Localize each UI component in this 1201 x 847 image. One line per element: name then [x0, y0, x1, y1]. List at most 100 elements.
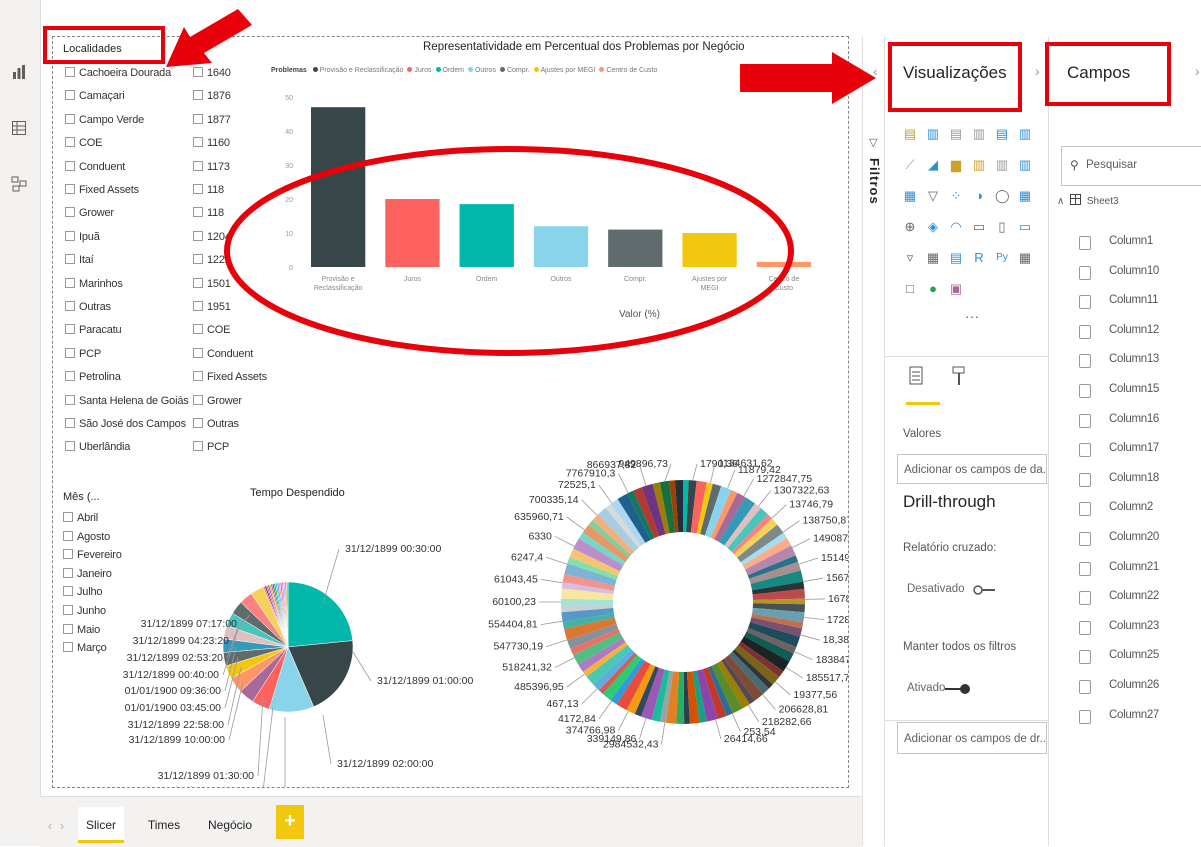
expand-chevron-icon[interactable]: ∧ — [1057, 196, 1064, 207]
field-item[interactable]: Column1 — [1079, 235, 1194, 251]
checkbox[interactable] — [65, 441, 75, 451]
slicer-localidades-item[interactable]: Santa Helena de Goiás — [65, 395, 189, 407]
data-view-icon[interactable] — [10, 120, 28, 138]
legend-item[interactable]: Compr. — [500, 67, 530, 74]
checkbox[interactable] — [193, 254, 203, 264]
field-checkbox[interactable] — [1079, 621, 1091, 635]
filters-pane-collapsed[interactable]: ▽ Filtros — [862, 36, 885, 846]
slicer-localidades-item[interactable]: COE — [65, 137, 102, 149]
slicer-localidades-item[interactable]: Itaí — [65, 254, 94, 266]
visual-type-icon[interactable]: ▥ — [972, 158, 986, 172]
checkbox[interactable] — [193, 441, 203, 451]
field-item[interactable]: Column23 — [1079, 620, 1194, 636]
checkbox[interactable] — [193, 324, 203, 334]
report-view-icon[interactable] — [10, 64, 28, 82]
slicer-localidades-item[interactable]: São José dos Campos — [65, 418, 186, 430]
slicer-localidades-item[interactable]: Grower — [65, 207, 114, 219]
visual-type-icon[interactable]: Py — [995, 251, 1009, 265]
field-checkbox[interactable] — [1079, 650, 1091, 664]
field-checkbox[interactable] — [1079, 562, 1091, 576]
checkbox[interactable] — [65, 278, 75, 288]
collapse-fields-chevron-icon[interactable]: › — [1195, 63, 1200, 79]
checkbox[interactable] — [65, 254, 75, 264]
more-visuals-button[interactable]: ··· — [965, 308, 979, 324]
slicer-localidades-item[interactable]: Campo Verde — [65, 114, 144, 126]
checkbox[interactable] — [65, 324, 75, 334]
legend-item[interactable]: Ajustes por MEGI — [534, 67, 596, 74]
visual-type-icon[interactable]: ● — [926, 282, 940, 296]
relatorio-cruzado-toggle[interactable] — [973, 583, 997, 597]
visual-type-icon[interactable]: ▥ — [995, 158, 1009, 172]
field-item[interactable]: Column21 — [1079, 561, 1194, 577]
slicer-localidades-item[interactable]: Ipuã — [65, 231, 100, 243]
checkbox[interactable] — [65, 184, 75, 194]
checkbox[interactable] — [193, 348, 203, 358]
checkbox[interactable] — [65, 231, 75, 241]
legend-item[interactable]: Juros — [407, 67, 431, 74]
checkbox[interactable] — [65, 90, 75, 100]
field-item[interactable]: Column17 — [1079, 442, 1194, 458]
fields-search-box[interactable]: ⚲ Pesquisar — [1061, 146, 1201, 186]
visual-type-icon[interactable]: ◯ — [995, 189, 1009, 203]
field-checkbox[interactable] — [1079, 384, 1091, 398]
slicer-secondary-item[interactable]: Grower — [193, 395, 242, 407]
field-item[interactable]: Column15 — [1079, 383, 1194, 399]
field-item[interactable]: Column26 — [1079, 679, 1194, 695]
visual-type-icon[interactable]: ⟋ — [903, 158, 917, 172]
checkbox[interactable] — [193, 278, 203, 288]
model-view-icon[interactable] — [10, 176, 28, 194]
checkbox[interactable] — [65, 418, 75, 428]
visual-type-icon[interactable]: □ — [903, 282, 917, 296]
next-page-arrow-icon[interactable]: › — [60, 819, 64, 833]
field-item[interactable]: Column25 — [1079, 649, 1194, 665]
slicer-localidades-item[interactable]: Petrolina — [65, 371, 121, 383]
field-checkbox[interactable] — [1079, 325, 1091, 339]
checkbox[interactable] — [193, 114, 203, 124]
visual-type-icon[interactable]: ◑ — [972, 189, 986, 203]
visual-type-icon[interactable]: ▦ — [903, 189, 917, 203]
checkbox[interactable] — [193, 395, 203, 405]
checkbox[interactable] — [65, 207, 75, 217]
field-item[interactable]: Column12 — [1079, 324, 1194, 340]
visual-type-icon[interactable]: ◈ — [926, 220, 940, 234]
field-checkbox[interactable] — [1079, 710, 1091, 724]
field-item[interactable]: Column18 — [1079, 472, 1194, 488]
visual-type-icon[interactable]: ⁘ — [949, 189, 963, 203]
visual-type-icon[interactable]: ▥ — [926, 127, 940, 141]
legend-item[interactable]: Ordem — [436, 67, 464, 74]
slicer-secondary-item[interactable]: 1877 — [193, 114, 231, 126]
field-item[interactable]: Column22 — [1079, 590, 1194, 606]
field-checkbox[interactable] — [1079, 414, 1091, 428]
checkbox[interactable] — [193, 137, 203, 147]
visual-type-icon[interactable]: ▽ — [926, 189, 940, 203]
field-checkbox[interactable] — [1079, 354, 1091, 368]
visual-type-icon[interactable]: ▿ — [903, 251, 917, 265]
slicer-localidades-item[interactable]: Cachoeira Dourada — [65, 67, 171, 79]
field-item[interactable]: Column16 — [1079, 413, 1194, 429]
legend-item[interactable]: Outros — [468, 67, 496, 74]
collapse-visualizations-chevron-icon[interactable]: › — [1035, 63, 1040, 79]
search-input[interactable]: Pesquisar — [1086, 159, 1137, 171]
pie-slice[interactable] — [288, 582, 353, 647]
slicer-secondary-item[interactable]: 118 — [193, 184, 224, 196]
checkbox[interactable] — [65, 348, 75, 358]
visual-type-icon[interactable]: ▆ — [949, 158, 963, 172]
slicer-secondary-item[interactable]: 118 — [193, 207, 224, 219]
field-checkbox[interactable] — [1079, 443, 1091, 457]
field-item[interactable]: Column10 — [1079, 265, 1194, 281]
table-sheet3[interactable]: ∧ Sheet3 — [1057, 194, 1119, 207]
checkbox[interactable] — [65, 137, 75, 147]
visual-type-icon[interactable]: ▯ — [995, 220, 1009, 234]
slicer-localidades-item[interactable]: Camaçari — [65, 90, 124, 102]
checkbox[interactable] — [193, 90, 203, 100]
slicer-localidades-item[interactable]: Paracatu — [65, 324, 121, 336]
visual-type-icon[interactable]: ▤ — [995, 127, 1009, 141]
checkbox[interactable] — [65, 67, 75, 77]
checkbox[interactable] — [65, 371, 75, 381]
slicer-secondary-item[interactable]: Fixed Assets — [193, 371, 267, 383]
slicer-localidades-item[interactable]: Outras — [65, 301, 111, 313]
field-checkbox[interactable] — [1079, 266, 1091, 280]
drill-through-drop-zone[interactable]: Adicionar os campos de dr... — [897, 722, 1047, 754]
slicer-localidades-item[interactable]: Marinhos — [65, 278, 123, 290]
tab-times[interactable]: Times — [140, 807, 188, 843]
